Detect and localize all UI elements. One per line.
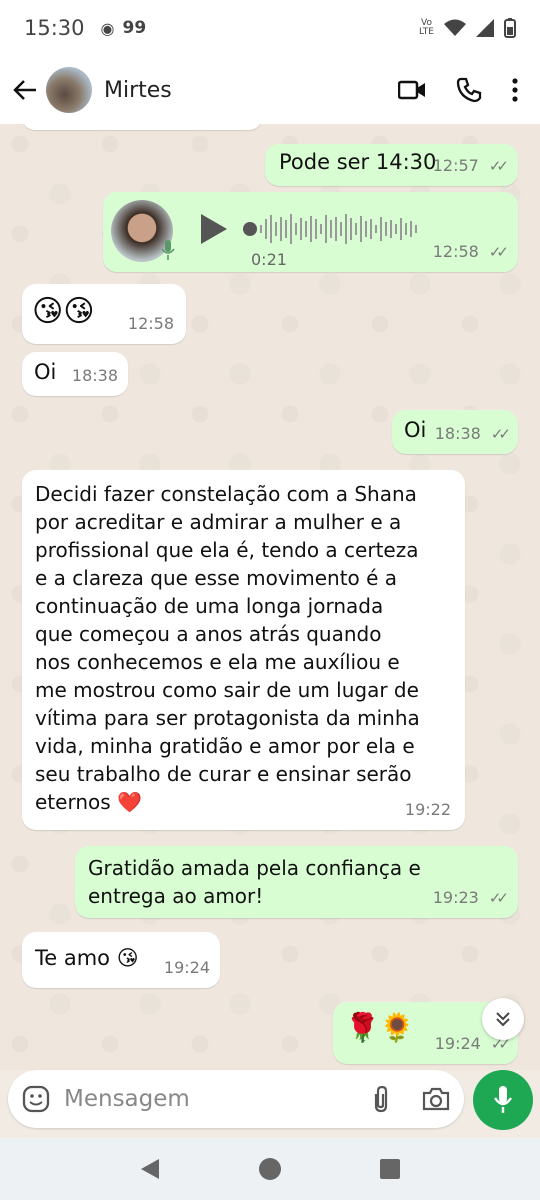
sticker-icon[interactable] xyxy=(22,1085,50,1113)
message-time: 19:24 xyxy=(163,958,210,977)
message-bubble-incoming-long[interactable]: Decidi fazer constelação com a Shana por… xyxy=(22,470,465,830)
microphone-icon xyxy=(494,1086,512,1113)
play-icon[interactable] xyxy=(201,214,227,244)
message-bubble-outgoing[interactable]: Oi 18:38 ✓✓ xyxy=(392,410,518,454)
attach-icon[interactable] xyxy=(370,1084,392,1114)
message-time: 18:38 xyxy=(71,366,118,385)
battery-icon xyxy=(504,18,516,38)
message-bubble-incoming-partial xyxy=(22,124,262,130)
message-time: 12:57 xyxy=(432,156,479,175)
read-ticks-icon: ✓✓ xyxy=(488,889,509,907)
contact-name[interactable]: Mirtes xyxy=(104,78,172,103)
message-bubble-incoming[interactable]: Te amo 😘 19:24 xyxy=(22,932,220,988)
message-time: 12:58 xyxy=(127,314,174,333)
notification-badge: 99 xyxy=(122,18,147,38)
message-list[interactable]: Pode ser 14:30 12:57 ✓✓ 0:21 12:58 ✓✓ 😘😘 1… xyxy=(0,124,540,1070)
chat-header: Mirtes xyxy=(0,56,540,124)
voice-record-button[interactable] xyxy=(473,1070,533,1130)
read-ticks-icon: ✓✓ xyxy=(488,243,509,261)
camera-icon[interactable] xyxy=(422,1087,450,1111)
signal-icon xyxy=(476,19,494,37)
message-bubble-outgoing[interactable]: Pode ser 14:30 12:57 ✓✓ xyxy=(265,144,518,186)
more-options-icon[interactable] xyxy=(512,78,518,102)
back-arrow-icon[interactable] xyxy=(12,77,38,103)
message-text: Gratidão amada pela confiança e entrega … xyxy=(88,856,421,908)
message-time: 12:58 xyxy=(432,242,479,261)
scroll-to-bottom-button[interactable] xyxy=(482,998,524,1040)
message-text: Decidi fazer constelação com a Shana por… xyxy=(35,482,420,814)
message-time: 18:38 xyxy=(434,424,481,443)
back-nav-icon[interactable] xyxy=(139,1157,161,1181)
read-ticks-icon: ✓✓ xyxy=(488,157,509,175)
message-bubble-outgoing[interactable]: Gratidão amada pela confiança e entrega … xyxy=(75,846,518,918)
message-meta: 19:22 xyxy=(405,796,451,824)
video-call-icon[interactable] xyxy=(398,79,426,101)
message-time: 19:22 xyxy=(404,800,451,819)
read-ticks-icon: ✓✓ xyxy=(490,425,511,443)
message-time: 19:23 xyxy=(432,888,479,907)
message-bubble-incoming[interactable]: 😘😘 12:58 xyxy=(22,284,186,344)
voice-duration: 0:21 xyxy=(251,250,287,269)
recents-nav-icon[interactable] xyxy=(379,1158,401,1180)
double-chevron-down-icon xyxy=(496,1012,510,1027)
message-input[interactable] xyxy=(64,1086,370,1112)
message-meta: 12:57 ✓✓ xyxy=(432,152,509,180)
chrome-icon: ◉ xyxy=(100,18,115,38)
voice-call-icon[interactable] xyxy=(456,77,482,103)
mic-small-icon xyxy=(161,240,175,260)
message-meta: 19:23 ✓✓ xyxy=(432,884,509,912)
voice-message-bubble[interactable]: 0:21 12:58 ✓✓ xyxy=(103,192,518,272)
home-nav-icon[interactable] xyxy=(258,1157,282,1181)
volte-icon: Vo LTE xyxy=(419,18,434,37)
message-meta: 12:58 xyxy=(128,310,174,338)
message-meta: 12:58 ✓✓ xyxy=(432,238,509,266)
message-meta: 19:24 xyxy=(164,954,210,982)
message-meta: 18:38 ✓✓ xyxy=(434,420,511,448)
system-nav-bar xyxy=(0,1138,540,1200)
status-time: 15:30 xyxy=(24,16,85,40)
message-meta: 18:38 xyxy=(72,362,118,390)
message-bubble-incoming[interactable]: Oi 18:38 xyxy=(22,352,128,396)
message-time: 19:24 xyxy=(434,1034,481,1053)
message-input-bar xyxy=(8,1070,464,1128)
contact-avatar[interactable] xyxy=(46,67,92,113)
status-bar: 15:30 ◉ 99 Vo LTE xyxy=(0,0,540,56)
wifi-icon xyxy=(444,19,466,36)
